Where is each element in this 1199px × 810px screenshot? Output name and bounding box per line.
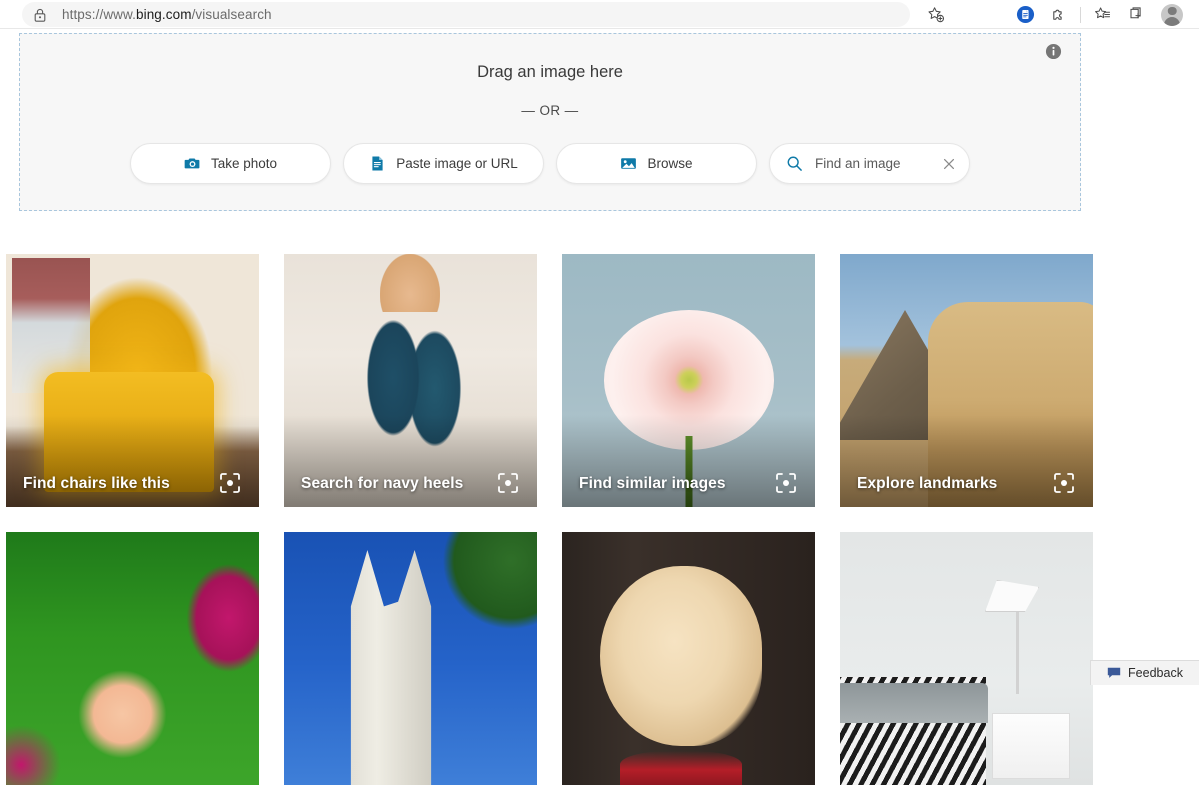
tile-tulips[interactable] [6,532,259,785]
feedback-label: Feedback [1128,666,1183,680]
tile-navy-heels[interactable]: Search for navy heels [284,254,537,507]
tile-bedroom-lamp[interactable] [840,532,1093,785]
tile-temple[interactable] [284,532,537,785]
extensions-puzzle-icon[interactable] [1042,0,1076,29]
tile-label: Find chairs like this [23,475,170,493]
tile-image-puppy [562,532,815,785]
tile-find-chairs[interactable]: Find chairs like this [6,254,259,507]
url-scheme: https://www. [62,7,136,22]
visual-search-icon[interactable] [1052,471,1076,495]
search-input[interactable] [815,156,935,171]
feedback-button[interactable]: Feedback [1090,660,1199,685]
tile-image-sphinx [840,254,1093,507]
add-to-favorites-icon[interactable] [924,3,948,26]
tile-similar-images[interactable]: Find similar images [562,254,815,507]
visual-search-icon[interactable] [774,471,798,495]
favorites-icon[interactable] [1085,0,1119,29]
dropzone-title: Drag an image here [20,63,1080,82]
paste-image-button[interactable]: Paste image or URL [343,143,544,184]
address-bar-text: https://www.bing.com/visualsearch [62,7,272,22]
visual-search-icon[interactable] [496,471,520,495]
collections-blue-icon[interactable] [1008,0,1042,29]
lock-icon [32,7,48,23]
paste-document-icon [369,155,386,172]
tile-explore-landmarks[interactable]: Explore landmarks [840,254,1093,507]
toolbar-divider [1080,7,1081,23]
address-bar[interactable]: https://www.bing.com/visualsearch [22,2,910,27]
feedback-bubble-icon [1107,667,1121,679]
search-icon [786,155,803,172]
close-icon[interactable] [941,156,957,172]
visual-search-icon[interactable] [218,471,242,495]
url-path: /visualsearch [192,7,272,22]
tile-image-flower [562,254,815,507]
avatar [1161,4,1183,26]
side-table-shape [992,713,1070,779]
tile-image-bedroom [840,532,1093,785]
url-host: bing.com [136,7,192,22]
add-tab-to-collection-icon[interactable] [1119,0,1153,29]
tile-row-2 [6,532,1193,785]
lamp-post-shape [1016,598,1019,694]
tile-image-heels [284,254,537,507]
profile-avatar-icon[interactable] [1153,0,1191,29]
tile-image-chair [6,254,259,507]
info-icon[interactable] [1045,43,1062,60]
picture-icon [620,155,637,172]
tile-label: Find similar images [579,475,726,493]
take-photo-label: Take photo [211,156,277,171]
tile-image-tulips [6,532,259,785]
take-photo-button[interactable]: Take photo [130,143,331,184]
browser-toolbar: https://www.bing.com/visualsearch [0,0,1199,29]
tile-label: Search for navy heels [301,475,463,493]
tile-row-1: Find chairs like this Search for navy he… [6,254,1193,507]
find-an-image-field[interactable] [769,143,970,184]
paste-image-label: Paste image or URL [396,156,518,171]
browser-action-icons [1008,0,1191,29]
or-separator: — OR — [20,103,1080,118]
browse-button[interactable]: Browse [556,143,757,184]
suggestion-tile-grid: Find chairs like this Search for navy he… [6,254,1193,810]
browse-label: Browse [647,156,692,171]
tile-puppy[interactable] [562,532,815,785]
camera-icon [184,155,201,172]
image-dropzone[interactable]: Drag an image here — OR — Take photo [19,33,1081,211]
headboard-shape [840,683,988,723]
tile-image-temple [284,532,537,785]
dropzone-actions: Take photo Paste image or URL Browse [20,143,1080,184]
tile-label: Explore landmarks [857,475,997,493]
